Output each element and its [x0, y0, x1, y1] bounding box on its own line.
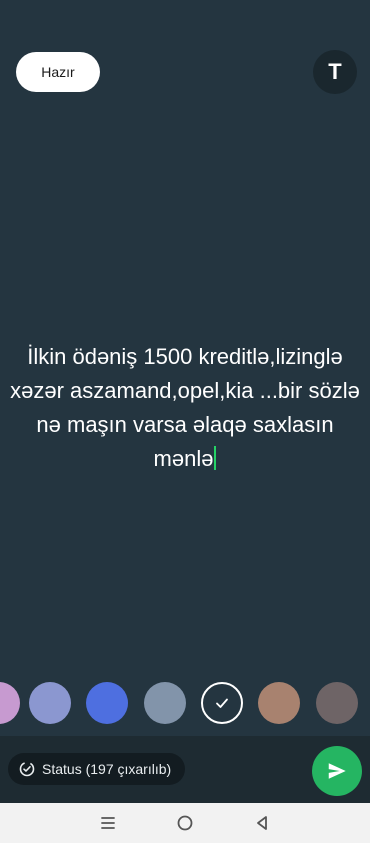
status-text: İlkin ödəniş 1500 kreditlə,lizinglə xəzə…: [10, 344, 360, 471]
color-swatch[interactable]: [86, 682, 128, 724]
home-icon: [177, 815, 193, 831]
status-audience-button[interactable]: Status (197 çıxarılıb): [8, 753, 186, 785]
color-swatch[interactable]: [144, 682, 186, 724]
color-swatch-row: [0, 680, 370, 726]
text-tool-button[interactable]: T: [313, 50, 357, 94]
bottom-bar: Status (197 çıxarılıb): [0, 736, 370, 803]
recent-apps-icon: [101, 817, 116, 829]
send-button[interactable]: [312, 746, 362, 796]
status-privacy-icon: [19, 761, 35, 777]
color-swatch-selected[interactable]: [201, 682, 243, 724]
color-swatch[interactable]: [29, 682, 71, 724]
color-swatch[interactable]: [316, 682, 358, 724]
text-caret: [214, 446, 217, 470]
text-tool-icon: T: [328, 59, 342, 84]
status-canvas[interactable]: Hazır T İlkin ödəniş 1500 kreditlə,lizin…: [0, 0, 370, 803]
back-button[interactable]: [250, 811, 274, 835]
status-audience-label: Status (197 çıxarılıb): [42, 761, 172, 777]
color-swatch[interactable]: [0, 682, 20, 724]
send-icon: [328, 763, 346, 779]
recent-apps-button[interactable]: [96, 811, 120, 835]
checkmark-icon: [216, 698, 228, 708]
system-navigation-bar: [0, 803, 370, 843]
back-icon: [256, 816, 267, 830]
status-text-editor[interactable]: İlkin ödəniş 1500 kreditlə,lizinglə xəzə…: [10, 340, 360, 476]
done-button[interactable]: Hazır: [16, 52, 100, 92]
color-swatch[interactable]: [258, 682, 300, 724]
home-button[interactable]: [173, 811, 197, 835]
